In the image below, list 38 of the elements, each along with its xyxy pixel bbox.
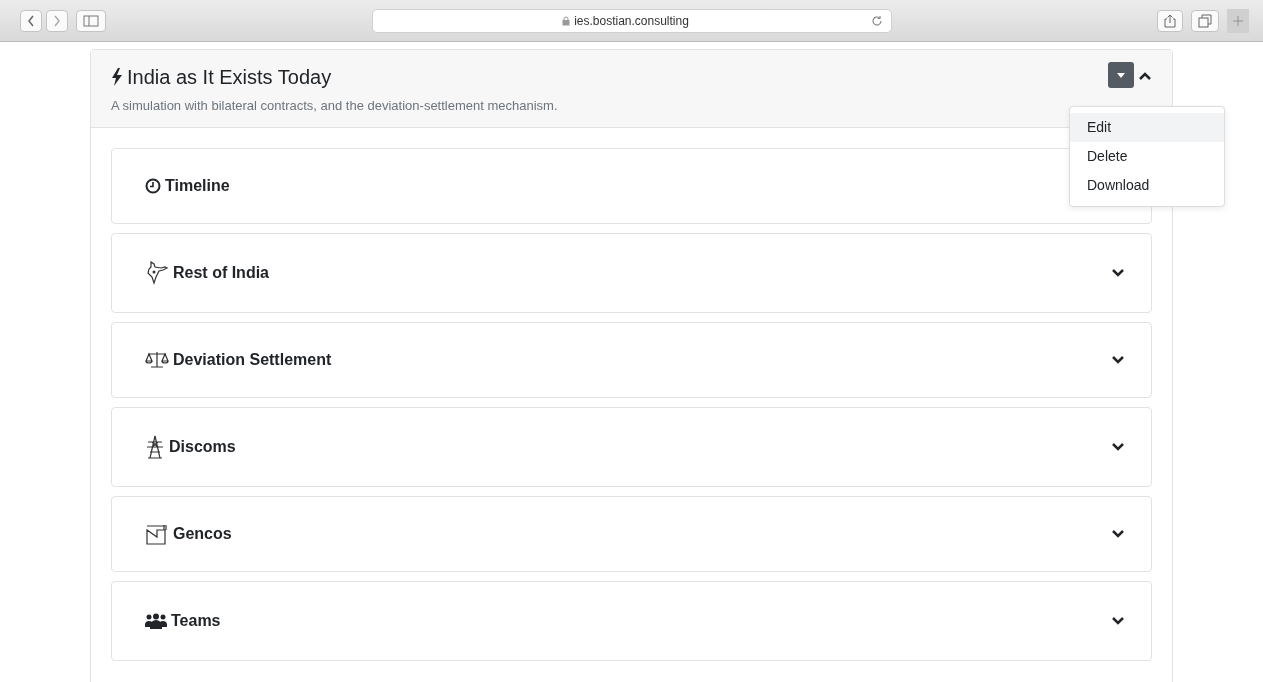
section-panel[interactable]: Deviation Settlement [111,321,1152,398]
forward-icon [53,14,61,27]
back-button[interactable] [20,9,42,32]
map-icon [145,260,169,285]
section-panel[interactable]: Rest of India [111,232,1152,313]
chevron-icon[interactable] [1111,441,1125,452]
section-title: Timeline [165,175,230,196]
caret-icon [1117,72,1125,78]
tabs-icon [1198,13,1212,28]
section-title: Teams [171,610,221,631]
back-icon [27,14,35,27]
address-bar[interactable]: ies.bostian.consulting [371,8,892,33]
section-panel[interactable]: Discoms [111,406,1152,487]
menu-item[interactable]: Edit [1070,113,1224,142]
power-tower-icon [145,434,165,459]
section-panel[interactable]: Gencos [111,495,1152,572]
dropdown-button[interactable] [1108,62,1134,88]
share-icon [1164,13,1176,28]
section-title: Rest of India [173,262,269,283]
chevron-icon[interactable] [1111,615,1125,626]
clock-icon [145,177,161,194]
chevron-icon[interactable] [1111,354,1125,365]
team-icon [145,612,167,629]
url-text: ies.bostian.consulting [574,12,689,30]
lock-icon [562,15,571,26]
chevron-icon[interactable] [1111,267,1125,278]
chevron-icon[interactable] [1111,528,1125,539]
section-title: Gencos [173,523,232,544]
section-title: Deviation Settlement [173,349,332,370]
scale-icon [145,350,169,369]
reload-icon[interactable] [870,14,883,27]
sidebar-icon [83,14,99,27]
lightning-icon [111,68,123,86]
section-panel[interactable]: Teams [111,580,1152,661]
section-title: Discoms [169,436,236,457]
card-subtitle: A simulation with bilateral contracts, and the deviation-settlement mechanism. [111,97,559,115]
card-title: India as It Exists Today [127,65,332,90]
plus-icon [1233,14,1243,27]
